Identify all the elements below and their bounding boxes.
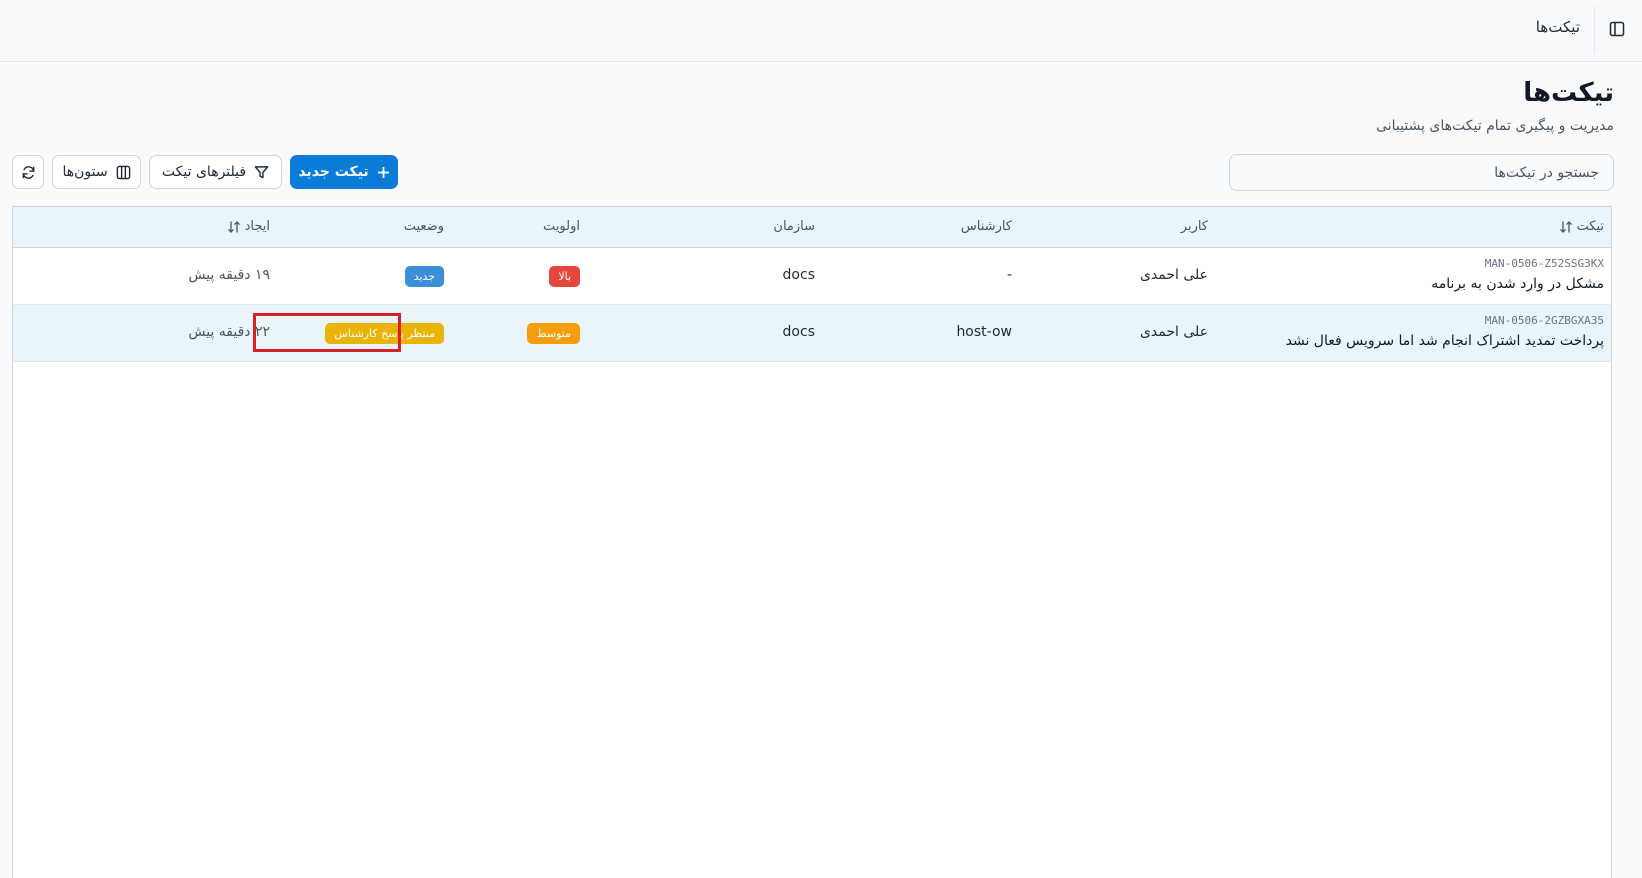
ticket-created-time: ۲۲ دقیقه پیش: [188, 324, 270, 340]
refresh-button[interactable]: [12, 155, 44, 189]
table-header: تیکت کاربر کارشناس سازمان اولویت وضعیت ا…: [13, 207, 1611, 248]
column-header-organization: سازمان: [773, 219, 815, 234]
refresh-icon: [22, 165, 34, 179]
ticket-title[interactable]: مشکل در وارد شدن به برنامه: [1431, 276, 1604, 292]
ticket-id: MAN-0506-2GZBGXA35: [1484, 314, 1604, 327]
column-header-status: وضعیت: [403, 219, 444, 234]
column-header-priority: اولویت: [543, 219, 580, 234]
new-ticket-label: تیکت جدید: [298, 164, 369, 180]
tickets-table: تیکت کاربر کارشناس سازمان اولویت وضعیت ا…: [12, 206, 1612, 878]
search-input[interactable]: [1229, 154, 1614, 191]
status-badge: منتظر پاسخ کارشناس: [325, 323, 444, 344]
plus-icon: [377, 166, 389, 178]
column-header-user: کاربر: [1180, 219, 1208, 234]
ticket-created-time: ۱۹ دقیقه پیش: [188, 267, 270, 283]
breadcrumb-title: تیکت‌ها: [1535, 18, 1580, 36]
columns-icon: [116, 165, 130, 179]
new-ticket-button[interactable]: تیکت جدید: [290, 155, 398, 189]
column-header-ticket[interactable]: تیکت: [1559, 219, 1604, 234]
table-row[interactable]: MAN-0506-Z52SSG3KX مشکل در وارد شدن به ب…: [13, 248, 1611, 305]
sort-icon: [227, 220, 240, 233]
page-title: تیکت‌ها: [1523, 78, 1614, 108]
ticket-title[interactable]: پرداخت تمدید اشتراک انجام شد اما سرویس ف…: [1286, 333, 1604, 349]
columns-label: ستون‌ها: [62, 164, 108, 180]
status-badge: جدید: [404, 266, 444, 287]
ticket-user: علی احمدی: [1139, 324, 1208, 340]
ticket-agent: -: [1006, 267, 1012, 283]
page-subtitle: مدیریت و پیگیری تمام تیکت‌های پشتیبانی: [1376, 118, 1614, 134]
columns-button[interactable]: ستون‌ها: [52, 155, 141, 189]
ticket-user: علی احمدی: [1139, 267, 1208, 283]
table-row[interactable]: MAN-0506-2GZBGXA35 پرداخت تمدید اشتراک ا…: [13, 305, 1611, 362]
sort-icon: [1559, 220, 1572, 233]
priority-badge: بالا: [549, 266, 580, 287]
ticket-agent: host-ow: [956, 324, 1012, 340]
ticket-organization: docs: [782, 267, 815, 283]
priority-badge: متوسط: [527, 323, 580, 344]
column-header-agent: کارشناس: [960, 219, 1012, 234]
ticket-filters-label: فیلترهای تیکت: [161, 164, 247, 180]
top-bar: تیکت‌ها: [0, 0, 1642, 62]
ticket-id: MAN-0506-Z52SSG3KX: [1484, 257, 1604, 270]
topbar-divider: [1594, 6, 1595, 54]
sidebar-toggle-icon[interactable]: [1606, 18, 1628, 40]
ticket-filters-button[interactable]: فیلترهای تیکت: [149, 155, 282, 189]
column-header-created[interactable]: ایجاد: [227, 219, 270, 234]
ticket-organization: docs: [782, 324, 815, 340]
filter-icon: [254, 165, 269, 178]
